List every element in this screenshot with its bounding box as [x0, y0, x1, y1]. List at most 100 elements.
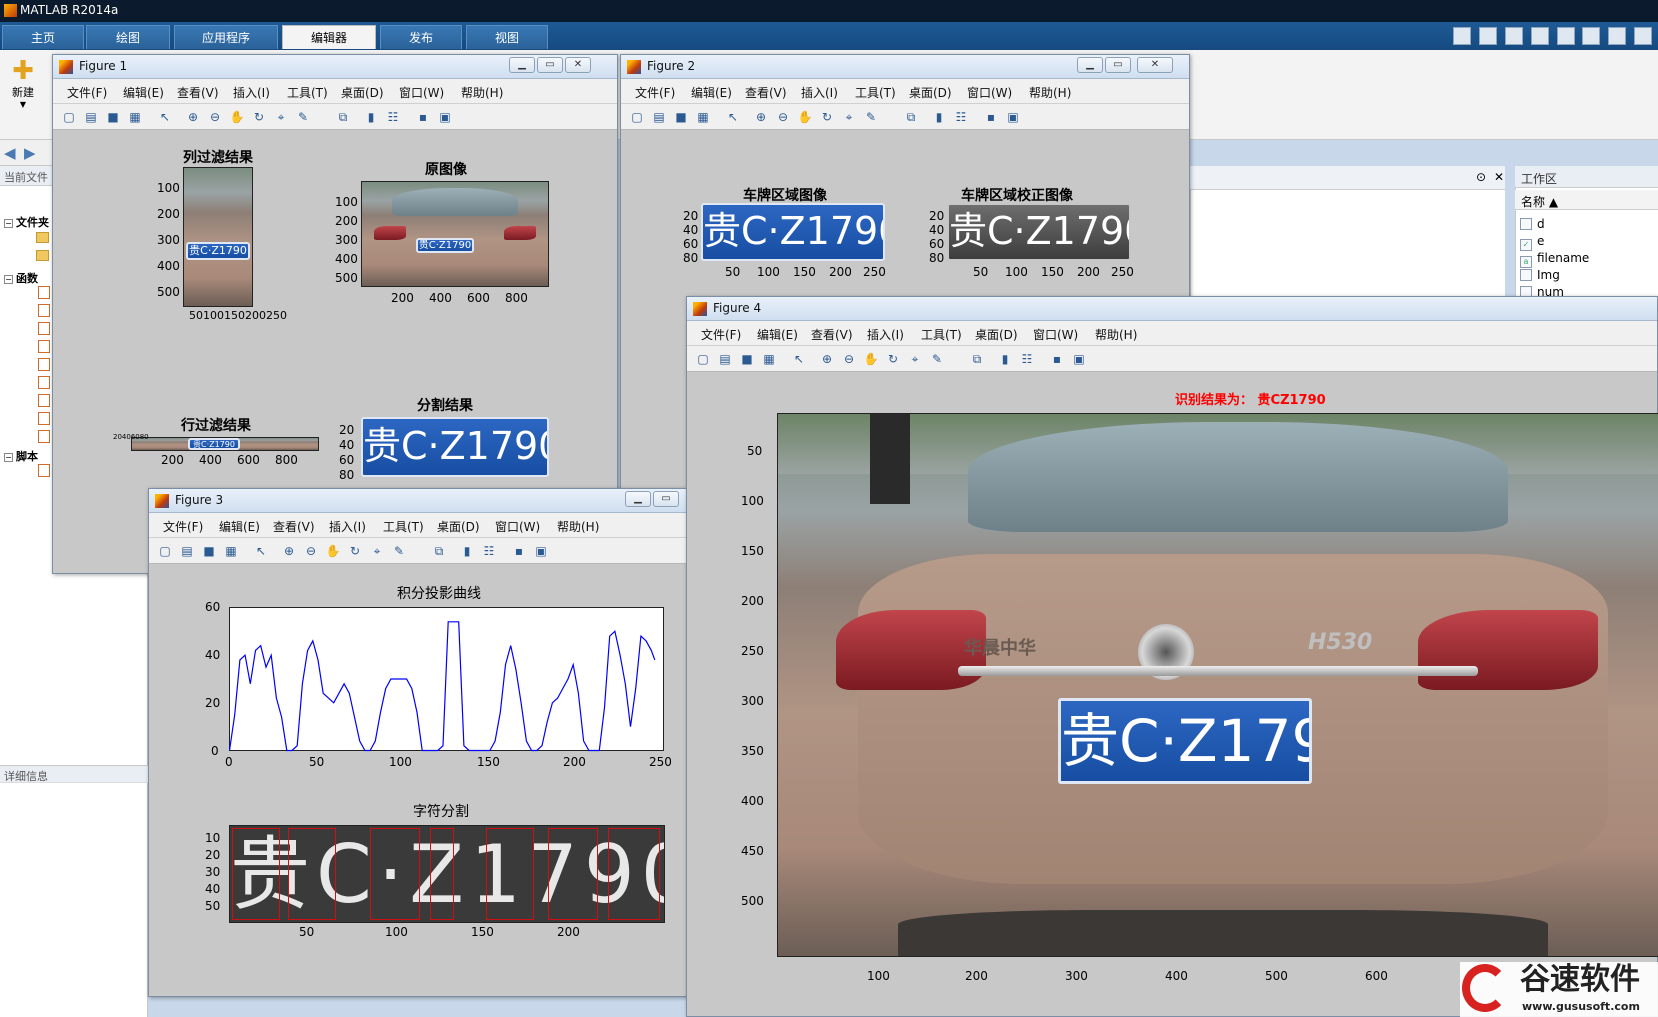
zoom-in-icon[interactable]: ⊕ [819, 351, 835, 367]
workspace-var[interactable]: a filename [1520, 251, 1589, 268]
menu-insert[interactable]: 插入(I) [329, 518, 366, 535]
hide-plot-tools-icon[interactable]: ▪ [1049, 351, 1065, 367]
menu-tools[interactable]: 工具(T) [921, 326, 962, 343]
workspace-name-column[interactable]: 名称 ▲ [1515, 190, 1658, 210]
open-icon[interactable]: ▤ [717, 351, 733, 367]
brush-icon[interactable]: ✎ [391, 543, 407, 559]
print-icon[interactable]: ▦ [127, 109, 143, 125]
data-cursor-icon[interactable]: ⌖ [273, 109, 289, 125]
menu-file[interactable]: 文件(F) [163, 518, 203, 535]
pointer-icon[interactable]: ↖ [253, 543, 269, 559]
link-icon[interactable]: ⧉ [431, 543, 447, 559]
close-button[interactable]: ✕ [565, 57, 591, 73]
hide-plot-tools-icon[interactable]: ▪ [415, 109, 431, 125]
zoom-out-icon[interactable]: ⊖ [775, 109, 791, 125]
print-icon[interactable]: ▦ [223, 543, 239, 559]
menu-tools[interactable]: 工具(T) [383, 518, 424, 535]
colorbar-icon[interactable]: ▮ [363, 109, 379, 125]
colorbar-icon[interactable]: ▮ [459, 543, 475, 559]
forward-arrow-icon[interactable]: ▶ [24, 144, 36, 162]
figure-1-titlebar[interactable]: Figure 1 ▁ ▭ ✕ [53, 55, 617, 79]
tab-home[interactable]: 主页 [2, 25, 84, 49]
menu-view[interactable]: 查看(V) [745, 84, 787, 101]
pan-icon[interactable]: ✋ [863, 351, 879, 367]
pan-icon[interactable]: ✋ [797, 109, 813, 125]
brush-icon[interactable]: ✎ [295, 109, 311, 125]
menu-window[interactable]: 窗口(W) [399, 84, 444, 101]
redo-icon[interactable] [1608, 27, 1627, 45]
save-icon[interactable]: ■ [739, 351, 755, 367]
save-icon[interactable]: ■ [673, 109, 689, 125]
minimize-button[interactable]: ▁ [625, 491, 651, 507]
maximize-button[interactable]: ▭ [653, 491, 679, 507]
print-icon[interactable]: ▦ [761, 351, 777, 367]
tab-editor[interactable]: 编辑器 [282, 25, 376, 49]
close-panel-icon[interactable]: ✕ [1494, 170, 1504, 184]
workspace-var[interactable]: ✓ e [1520, 234, 1544, 251]
undo-icon[interactable] [1582, 27, 1601, 45]
maximize-button[interactable]: ▭ [537, 57, 563, 73]
panel-options-icon[interactable]: ⊙ [1476, 170, 1486, 184]
paste-icon[interactable] [1556, 27, 1575, 45]
menu-file[interactable]: 文件(F) [701, 326, 741, 343]
tab-plots[interactable]: 绘图 [86, 25, 170, 49]
tab-publish[interactable]: 发布 [380, 25, 462, 49]
m-file-icon[interactable] [38, 340, 50, 353]
rotate-icon[interactable]: ↻ [819, 109, 835, 125]
tree-scripts-node[interactable]: − 脚本 [4, 448, 38, 464]
menu-desktop[interactable]: 桌面(D) [437, 518, 480, 535]
m-file-icon[interactable] [38, 394, 50, 407]
rotate-icon[interactable]: ↻ [251, 109, 267, 125]
menu-edit[interactable]: 编辑(E) [123, 84, 164, 101]
rotate-icon[interactable]: ↻ [885, 351, 901, 367]
legend-icon[interactable]: ☷ [953, 109, 969, 125]
m-file-icon[interactable] [38, 358, 50, 371]
new-figure-icon[interactable]: ▢ [629, 109, 645, 125]
minimize-button[interactable]: ▁ [1077, 57, 1103, 73]
show-plot-tools-icon[interactable]: ▣ [533, 543, 549, 559]
maximize-button[interactable]: ▭ [1105, 57, 1131, 73]
switch-windows-icon[interactable] [1634, 27, 1652, 45]
show-plot-tools-icon[interactable]: ▣ [1005, 109, 1021, 125]
menu-help[interactable]: 帮助(H) [557, 518, 599, 535]
pointer-icon[interactable]: ↖ [157, 109, 173, 125]
show-plot-tools-icon[interactable]: ▣ [1071, 351, 1087, 367]
legend-icon[interactable]: ☷ [385, 109, 401, 125]
m-file-icon[interactable] [38, 376, 50, 389]
link-icon[interactable]: ⧉ [903, 109, 919, 125]
pointer-icon[interactable]: ↖ [791, 351, 807, 367]
figure-4-titlebar[interactable]: Figure 4 [687, 297, 1657, 321]
save-icon[interactable]: ■ [105, 109, 121, 125]
m-file-icon[interactable] [38, 464, 50, 477]
open-icon[interactable]: ▤ [651, 109, 667, 125]
m-file-icon[interactable] [38, 322, 50, 335]
copy-icon[interactable] [1530, 27, 1549, 45]
legend-icon[interactable]: ☷ [1019, 351, 1035, 367]
menu-edit[interactable]: 编辑(E) [757, 326, 798, 343]
tree-folder-node[interactable]: − 文件夹 [4, 214, 49, 230]
m-file-icon[interactable] [38, 412, 50, 425]
menu-window[interactable]: 窗口(W) [1033, 326, 1078, 343]
cut-icon[interactable] [1504, 27, 1523, 45]
data-cursor-icon[interactable]: ⌖ [841, 109, 857, 125]
show-plot-tools-icon[interactable]: ▣ [437, 109, 453, 125]
menu-view[interactable]: 查看(V) [273, 518, 315, 535]
menu-window[interactable]: 窗口(W) [495, 518, 540, 535]
print-icon[interactable]: ▦ [695, 109, 711, 125]
menu-insert[interactable]: 插入(I) [233, 84, 270, 101]
menu-file[interactable]: 文件(F) [67, 84, 107, 101]
find-files-icon[interactable] [1453, 27, 1472, 45]
tab-apps[interactable]: 应用程序 [174, 25, 278, 49]
menu-file[interactable]: 文件(F) [635, 84, 675, 101]
menu-insert[interactable]: 插入(I) [801, 84, 838, 101]
new-figure-icon[interactable]: ▢ [61, 109, 77, 125]
legend-icon[interactable]: ☷ [481, 543, 497, 559]
zoom-in-icon[interactable]: ⊕ [281, 543, 297, 559]
hide-plot-tools-icon[interactable]: ▪ [511, 543, 527, 559]
open-icon[interactable]: ▤ [179, 543, 195, 559]
m-file-icon[interactable] [38, 286, 50, 299]
new-button[interactable]: ✚ 新建 ▼ [6, 58, 40, 118]
link-icon[interactable]: ⧉ [335, 109, 351, 125]
workspace-var[interactable]: Img [1520, 268, 1560, 284]
colorbar-icon[interactable]: ▮ [997, 351, 1013, 367]
